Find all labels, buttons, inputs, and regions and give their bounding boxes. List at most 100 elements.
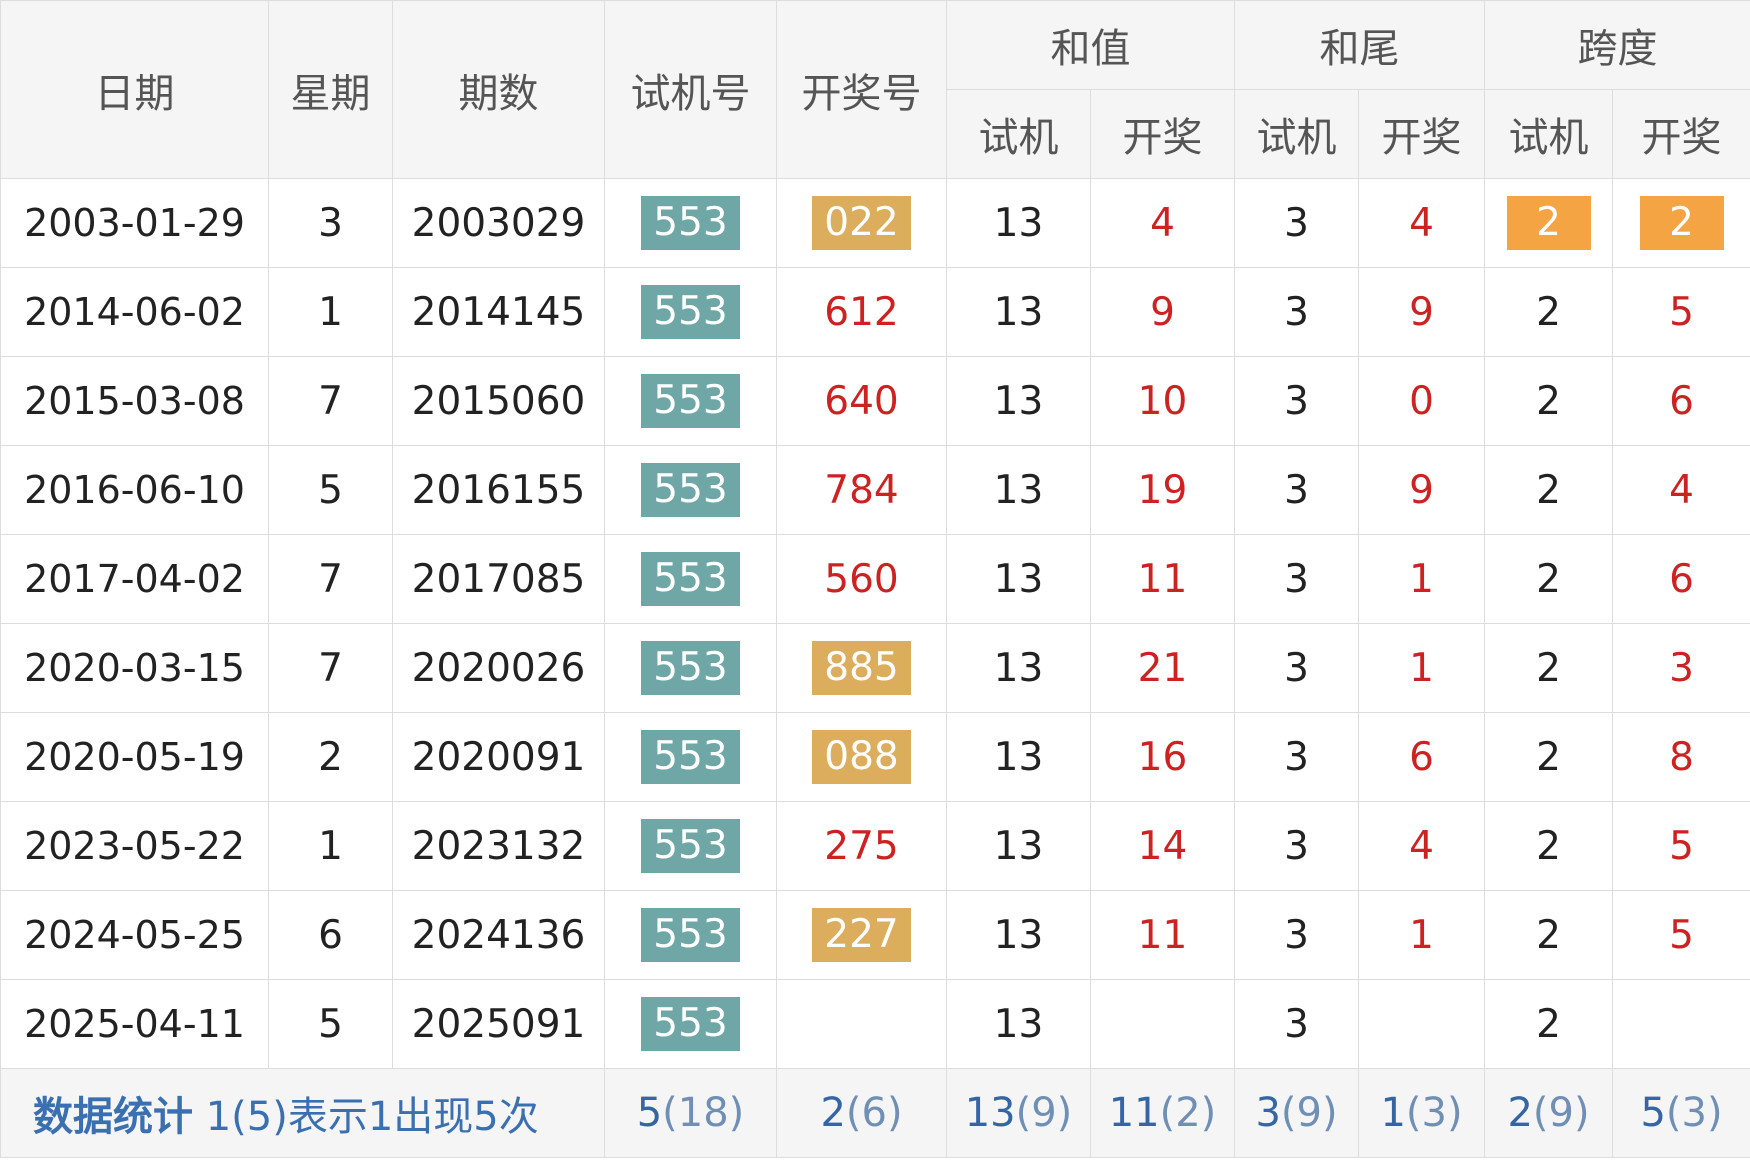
stats-span-trial: 2(9) <box>1484 1068 1613 1158</box>
cell-span-award: 5 <box>1612 890 1750 980</box>
cell-award-no-chip: 227 <box>812 908 911 962</box>
table-row: 2015-03-08 7 2015060 553 640 13 10 3 0 2 6 <box>0 356 1750 446</box>
cell-trial-no-chip: 553 <box>641 819 740 873</box>
cell-tail-award: 4 <box>1358 178 1485 268</box>
stats-tail-award: 1(3) <box>1358 1068 1485 1158</box>
cell-tail-trial: 3 <box>1234 534 1359 624</box>
cell-tail-trial: 3 <box>1234 890 1359 980</box>
cell-trial-no-chip: 553 <box>641 730 740 784</box>
cell-sum-trial: 13 <box>946 890 1091 980</box>
cell-sum-trial: 13 <box>946 178 1091 268</box>
cell-date: 2017-04-02 <box>0 534 269 624</box>
cell-weekday: 7 <box>268 534 393 624</box>
cell-issue: 2020091 <box>392 712 605 802</box>
cell-trial-no-chip: 553 <box>641 374 740 428</box>
cell-span-trial: 2 <box>1484 356 1613 446</box>
cell-sum-trial: 13 <box>946 712 1091 802</box>
cell-award-no: 612 <box>776 267 947 357</box>
cell-tail-award: 1 <box>1358 890 1485 980</box>
cell-trial-no: 553 <box>604 623 777 713</box>
cell-award-no: 275 <box>776 801 947 891</box>
cell-span-trial: 2 <box>1484 534 1613 624</box>
header-date: 日期 <box>0 0 269 179</box>
stats-span-award: 5(3) <box>1612 1068 1750 1158</box>
cell-date: 2003-01-29 <box>0 178 269 268</box>
cell-span-trial-chip: 2 <box>1506 196 1591 250</box>
cell-span-trial: 2 <box>1484 623 1613 713</box>
cell-span-award <box>1612 979 1750 1069</box>
cell-trial-no: 553 <box>604 178 777 268</box>
cell-issue: 2016155 <box>392 445 605 535</box>
subheader-sum-award: 开奖 <box>1090 89 1235 179</box>
cell-sum-award: 11 <box>1090 534 1235 624</box>
stats-tail-trial: 3(9) <box>1234 1068 1359 1158</box>
results-table: 日期 星期 期数 试机号 开奖号 和值 和尾 跨度 试机 开奖 试机 开奖 试机… <box>0 0 1750 1158</box>
cell-award-no-chip: 885 <box>812 641 911 695</box>
cell-trial-no-chip: 553 <box>641 641 740 695</box>
cell-span-award: 2 <box>1612 178 1750 268</box>
cell-span-trial: 2 <box>1484 267 1613 357</box>
cell-sum-award: 9 <box>1090 267 1235 357</box>
stats-sum-trial: 13(9) <box>946 1068 1091 1158</box>
cell-date: 2016-06-10 <box>0 445 269 535</box>
cell-trial-no-chip: 553 <box>641 908 740 962</box>
header-weekday: 星期 <box>268 0 393 179</box>
cell-trial-no: 553 <box>604 445 777 535</box>
table-row: 2024-05-25 6 2024136 553 227 13 11 3 1 2 5 <box>0 890 1750 980</box>
subheader-span-trial: 试机 <box>1484 89 1613 179</box>
cell-span-award: 6 <box>1612 356 1750 446</box>
cell-award-no: 088 <box>776 712 947 802</box>
header-issue: 期数 <box>392 0 605 179</box>
cell-weekday: 7 <box>268 356 393 446</box>
header-trial-no: 试机号 <box>604 0 777 179</box>
stats-label: 数据统计 1(5)表示1出现5次 <box>0 1068 605 1158</box>
cell-trial-no: 553 <box>604 801 777 891</box>
cell-weekday: 6 <box>268 890 393 980</box>
cell-award-no: 640 <box>776 356 947 446</box>
cell-tail-trial: 3 <box>1234 445 1359 535</box>
cell-sum-award <box>1090 979 1235 1069</box>
stats-award-no: 2(6) <box>776 1068 947 1158</box>
table-row: 2023-05-22 1 2023132 553 275 13 14 3 4 2 5 <box>0 801 1750 891</box>
cell-trial-no-chip: 553 <box>641 196 740 250</box>
table-row: 2016-06-10 5 2016155 553 784 13 19 3 9 2 4 <box>0 445 1750 535</box>
cell-sum-award: 4 <box>1090 178 1235 268</box>
cell-issue: 2020026 <box>392 623 605 713</box>
cell-award-no: 885 <box>776 623 947 713</box>
cell-tail-trial: 3 <box>1234 356 1359 446</box>
cell-tail-award: 9 <box>1358 267 1485 357</box>
table-row: 2025-04-11 5 2025091 553 13 3 2 <box>0 979 1750 1069</box>
cell-tail-trial: 3 <box>1234 267 1359 357</box>
cell-span-trial: 2 <box>1484 445 1613 535</box>
cell-trial-no-chip: 553 <box>641 463 740 517</box>
cell-sum-award: 21 <box>1090 623 1235 713</box>
cell-trial-no: 553 <box>604 267 777 357</box>
cell-trial-no-chip: 553 <box>641 285 740 339</box>
cell-award-no: 022 <box>776 178 947 268</box>
table-body: 2003-01-29 3 2003029 553 022 13 4 3 4 2 2 2014-06-0… <box>0 178 1750 1069</box>
cell-weekday: 1 <box>268 801 393 891</box>
cell-tail-award: 4 <box>1358 801 1485 891</box>
cell-tail-trial: 3 <box>1234 801 1359 891</box>
cell-trial-no-chip: 553 <box>641 997 740 1051</box>
cell-award-no-chip: 088 <box>812 730 911 784</box>
cell-trial-no: 553 <box>604 979 777 1069</box>
cell-tail-trial: 3 <box>1234 712 1359 802</box>
cell-weekday: 5 <box>268 979 393 1069</box>
table-row: 2003-01-29 3 2003029 553 022 13 4 3 4 2 2 <box>0 178 1750 268</box>
cell-weekday: 1 <box>268 267 393 357</box>
header-tail: 和尾 <box>1234 0 1485 90</box>
cell-issue: 2014145 <box>392 267 605 357</box>
cell-span-trial: 2 <box>1484 890 1613 980</box>
cell-span-trial: 2 <box>1484 801 1613 891</box>
cell-tail-award: 9 <box>1358 445 1485 535</box>
table-row: 2017-04-02 7 2017085 553 560 13 11 3 1 2 6 <box>0 534 1750 624</box>
cell-sum-award: 11 <box>1090 890 1235 980</box>
cell-sum-trial: 13 <box>946 979 1091 1069</box>
cell-span-award: 4 <box>1612 445 1750 535</box>
cell-span-trial: 2 <box>1484 979 1613 1069</box>
cell-tail-award: 1 <box>1358 534 1485 624</box>
cell-weekday: 7 <box>268 623 393 713</box>
stats-sum-award: 11(2) <box>1090 1068 1235 1158</box>
stats-desc: 1(5)表示1出现5次 <box>205 1094 539 1140</box>
